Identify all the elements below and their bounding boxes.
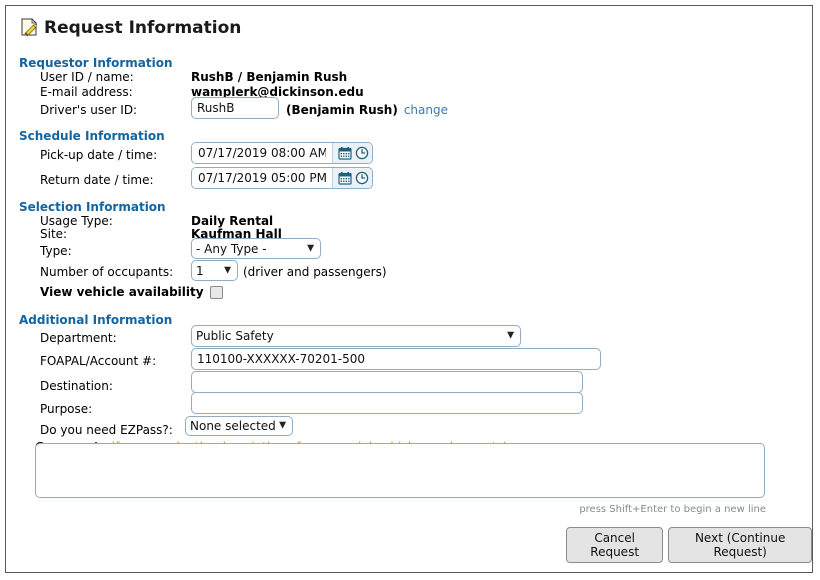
pickup-datetime-group — [191, 142, 373, 164]
usage-type-value: Daily Rental — [191, 214, 274, 228]
cancel-request-button[interactable]: Cancel Request — [566, 527, 664, 563]
department-select-wrap: Public Safety ▼ — [191, 325, 521, 347]
user-id-label: User ID / name: — [40, 70, 134, 84]
destination-input[interactable] — [191, 371, 583, 393]
return-datetime-label: Return date / time: — [40, 173, 154, 187]
change-driver-link[interactable]: change — [404, 103, 448, 117]
return-datetime-group — [191, 167, 373, 189]
view-availability-label: View vehicle availability — [40, 285, 204, 299]
clock-icon[interactable] — [355, 171, 369, 185]
page-title: Request Information — [44, 18, 242, 38]
vehicle-type-label: Type: — [40, 244, 72, 258]
section-header-additional: Additional Information — [19, 313, 173, 327]
clock-icon[interactable] — [355, 146, 369, 160]
section-header-selection: Selection Information — [19, 200, 166, 214]
document-pencil-icon — [19, 17, 41, 39]
action-button-row: Cancel Request Next (Continue Request) — [566, 527, 812, 563]
user-id-value: RushB / Benjamin Rush — [191, 70, 348, 84]
pickup-datetime-label: Pick-up date / time: — [40, 148, 158, 162]
purpose-label: Purpose: — [40, 402, 93, 416]
calendar-icon[interactable] — [338, 171, 352, 185]
email-label: E-mail address: — [40, 85, 133, 99]
department-select[interactable]: Public Safety — [191, 325, 521, 347]
ezpass-select[interactable]: None selected — [185, 416, 293, 436]
foapal-input[interactable] — [191, 348, 601, 370]
destination-label: Destination: — [40, 379, 113, 393]
comments-textarea[interactable] — [35, 443, 765, 498]
page-frame: Request Information Requestor Informatio… — [5, 5, 813, 573]
page-title-row: Request Information — [19, 17, 241, 39]
foapal-label: FOAPAL/Account #: — [40, 354, 157, 368]
site-label: Site: — [40, 227, 68, 241]
department-label: Department: — [40, 331, 117, 345]
calendar-icon[interactable] — [338, 146, 352, 160]
pickup-datetime-input[interactable] — [192, 143, 332, 163]
comments-footnote: press Shift+Enter to begin a new line — [579, 504, 766, 515]
view-availability-row: View vehicle availability — [40, 285, 223, 299]
driver-name-value: (Benjamin Rush) — [286, 103, 398, 117]
section-header-requestor: Requestor Information — [19, 56, 173, 70]
purpose-input[interactable] — [191, 392, 583, 414]
occupants-label: Number of occupants: — [40, 265, 174, 279]
return-datetime-input[interactable] — [192, 168, 332, 188]
view-availability-checkbox[interactable] — [209, 285, 223, 299]
vehicle-type-select[interactable]: - Any Type - — [191, 238, 321, 259]
vehicle-type-select-wrap: - Any Type - ▼ — [191, 238, 321, 259]
driver-user-id-input[interactable] — [191, 97, 279, 119]
ezpass-select-wrap: None selected ▼ — [185, 416, 293, 436]
occupants-note: (driver and passengers) — [243, 265, 387, 279]
usage-type-label: Usage Type: — [40, 214, 113, 228]
driver-user-id-label: Driver's user ID: — [40, 103, 138, 117]
occupants-select-wrap: 1 ▼ — [191, 260, 238, 281]
section-header-schedule: Schedule Information — [19, 129, 165, 143]
next-continue-request-button[interactable]: Next (Continue Request) — [668, 527, 812, 563]
ezpass-label: Do you need EZPass?: — [40, 423, 173, 437]
occupants-select[interactable]: 1 — [191, 260, 238, 281]
